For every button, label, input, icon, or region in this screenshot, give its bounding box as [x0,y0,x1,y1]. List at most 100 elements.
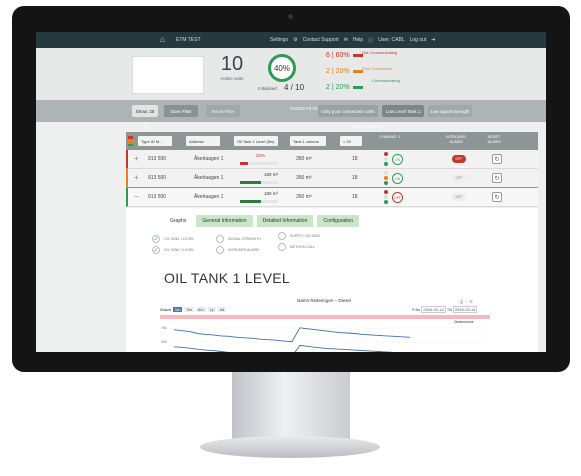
filter-low-level[interactable]: Low Level Tank 1 [382,105,424,117]
volume-column-select[interactable]: Tank 1 volume [290,136,326,146]
top-navbar: ⌂ ETM TEST Settings ⚙ Contact Support ✉ … [36,32,546,48]
temp-column-select[interactable]: < 20 [340,136,362,146]
tab-detailed-information[interactable]: Detailed Information [256,215,314,227]
webcam-dot [288,14,293,19]
filter-bar: Show: 25 Save Filter Reset Filter SAVED … [36,100,546,122]
traffic-light-icon [384,171,388,186]
level-text: 20% [256,153,266,158]
channel-header: CHANNEL 1 [379,135,401,139]
address-column-select[interactable]: Address [186,136,220,146]
filter-poor-connection[interactable]: Only poor connection units [318,105,378,117]
initialised-label: Initialised [258,86,277,91]
checkbox-empty-icon[interactable] [216,235,224,243]
level-fill [240,162,248,165]
table-row[interactable]: − 913 500 Åkerlaagen 1 180 m³ 350 m³ 18 … [126,188,538,207]
checkbox-signal-strength[interactable]: SIGNAL STRENGTH [216,235,261,243]
top-links: Settings ⚙ Contact Support ✉ Help ⓘ User… [270,37,436,44]
tank-volume: 350 m³ [296,175,312,181]
checkbox-method-call[interactable]: METHOD CALL [278,243,315,251]
reset-filter-button[interactable]: Reset Filter [206,105,240,117]
level-bar [240,162,278,165]
logout-link[interactable]: Log out [410,37,427,44]
reset-alarm-button[interactable]: ↻ [492,192,502,202]
channel-status-indicator[interactable]: ON [392,154,403,165]
stat-bar [352,86,363,89]
zoom-label: Zoom [160,307,171,312]
traffic-light-icon [384,190,388,205]
to-date-input[interactable]: 2016-03-14 [452,306,478,313]
y-tick-label: 30k [161,340,167,344]
filter-low-signal[interactable]: Low signal strength [428,105,472,117]
channel-status-indicator[interactable]: ON [392,173,403,184]
intruder-alarm-pill[interactable]: OFF [452,193,466,201]
zoom-1m[interactable]: 1m [172,307,183,312]
stat-label: Poor Connection [362,66,392,71]
reset-alarm-button[interactable]: ↻ [492,173,502,183]
expand-icon[interactable]: + [134,173,139,182]
checkbox-empty-icon[interactable] [216,246,224,254]
status-color-key [128,136,133,146]
zoom-3m[interactable]: 3m [184,307,195,312]
checkbox-supply-voltage[interactable]: SUPPLY VOLTAGE [278,232,320,240]
monitor-bezel: ⌂ ETM TEST Settings ⚙ Contact Support ✉ … [12,6,570,372]
level-fill [240,181,261,184]
settings-gear-icon[interactable]: ⚙ [293,37,297,44]
zoom-all[interactable]: All [217,307,227,312]
help-icon[interactable]: ⓘ [368,37,373,44]
menu-icon[interactable]: ☰ [469,299,473,304]
detail-tabs: Graphs General Information Detailed Info… [164,215,360,227]
unit-id: 913 500 [148,194,167,200]
channel-status-indicator[interactable]: OFF [392,192,403,203]
table-row[interactable]: + 913 500 Åkerlaagen 1 180 m³ 350 m³ 18 … [126,169,538,188]
zoom-1y[interactable]: 1y [207,307,216,312]
level-bar [240,181,278,184]
collapse-icon[interactable]: − [134,192,139,201]
checkbox-empty-icon[interactable] [278,232,286,240]
stat-value: 6 | 60% [326,52,350,59]
tab-general-information[interactable]: General Information [196,215,253,227]
contact-support-link[interactable]: Contact Support [303,37,339,44]
summary-panel: 10 Active units 40% Initialised 4 / 10 6… [36,48,546,100]
checkbox-empty-icon[interactable] [278,243,286,251]
logout-icon[interactable]: ➜ [431,37,435,44]
intruder-alarm-pill[interactable]: OFF [452,155,466,163]
checkbox-check-icon[interactable]: ✓ [152,246,160,254]
batch-update-label[interactable]: BATCH UPDATE [352,124,382,129]
checkbox-oil-tank-2[interactable]: ✓ OIL TANK 2 LEVEL [152,246,194,254]
help-link[interactable]: Help [353,37,363,44]
tab-graphs[interactable]: Graphs [164,215,193,227]
type-column-select[interactable]: Type ID M... [138,136,172,146]
reset-alarm-button[interactable]: ↻ [492,154,502,164]
table-header: Type ID M... Address Oil Tank 1 Level (l… [126,132,538,150]
tank-temp: 18 [352,175,358,181]
checkbox-check-icon[interactable]: ✓ [152,235,160,243]
zoom-6m[interactable]: 6m [196,307,206,312]
checkbox-label: INTRUDER ALARM [228,248,259,252]
table-row[interactable]: + 913 500 Åkerlaagen 1 20% 350 m³ 18 ON … [126,150,538,169]
unit-id: 913 500 [148,156,167,162]
level-column-select[interactable]: Oil Tank 1 Level (ltrs) [234,136,278,146]
active-units-label: Active units [220,76,244,81]
mail-icon[interactable]: ✉ [344,37,348,44]
from-date-input[interactable]: 2016-01-14 [421,306,446,313]
level-text: 180 m³ [264,172,279,177]
date-range: Från 2016-01-14 Till 2016-03-14 [412,306,478,313]
show-count-select[interactable]: Show: 25 [132,105,158,117]
user-link[interactable]: User: CABL [378,37,404,44]
stat-poor-connection: 2 | 20% [326,68,363,75]
tab-configuration[interactable]: Configuration [317,215,360,227]
checkbox-intruder-alarm[interactable]: INTRUDER ALARM [216,246,259,254]
home-icon[interactable]: ⌂ [160,36,168,44]
checkbox-oil-tank-1[interactable]: ✓ OIL TANK 1 LEVEL [152,235,194,243]
chart-subtitle: Namn Reiteringen – Diesel [297,298,351,303]
print-icon[interactable]: ⎙ [460,299,463,304]
intruder-alarm-pill[interactable]: OFF [452,174,466,182]
download-icon[interactable]: ↓ [465,299,467,304]
traffic-light-icon [384,152,388,167]
level-fill [240,200,261,203]
settings-link[interactable]: Settings [270,37,288,44]
expand-icon[interactable]: + [134,154,139,163]
checkbox-label: OIL TANK 2 LEVEL [164,248,195,252]
chart-panel: OIL TANK 1 LEVEL Namn Reiteringen – Dies… [150,264,498,352]
save-filter-button[interactable]: Save Filter [164,105,198,117]
